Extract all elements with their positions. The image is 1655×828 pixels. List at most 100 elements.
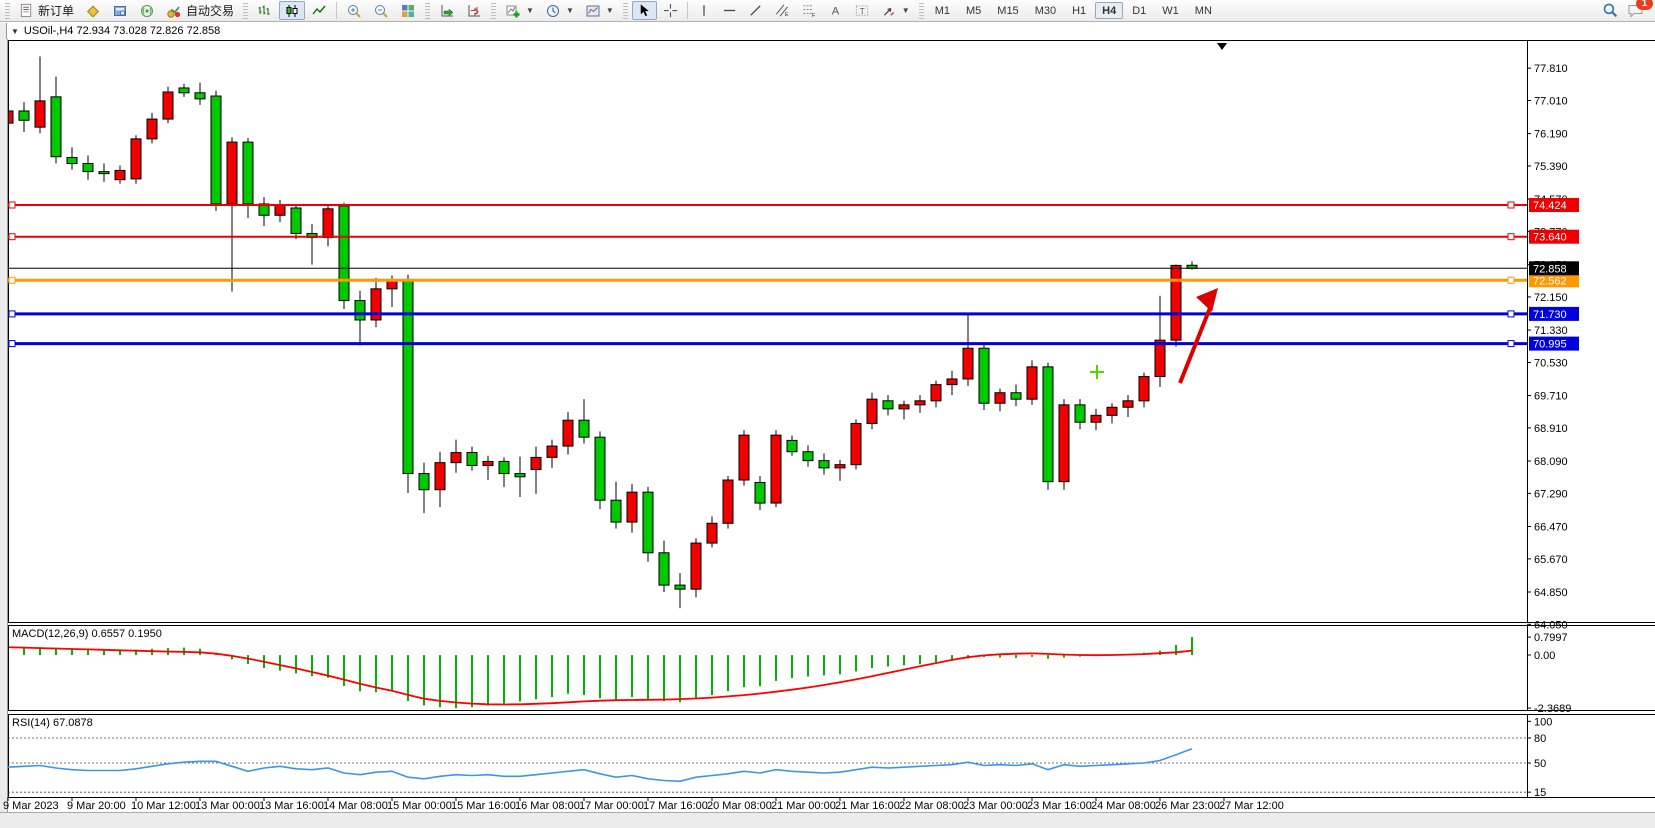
svg-text:20 Mar 08:00: 20 Mar 08:00 xyxy=(707,800,772,812)
periods-clock-icon xyxy=(545,3,561,19)
text-label-button[interactable]: T xyxy=(849,1,875,20)
crosshair-button[interactable] xyxy=(658,1,683,20)
svg-text:77.010: 77.010 xyxy=(1534,95,1568,107)
zoom-out-icon xyxy=(373,3,389,19)
timeframe-M5[interactable]: M5 xyxy=(959,2,988,19)
svg-text:14 Mar 08:00: 14 Mar 08:00 xyxy=(323,800,388,812)
autotrading-icon xyxy=(166,3,182,19)
vertical-line-button[interactable] xyxy=(692,1,716,20)
chart-window-titlebar: ▼ USOil-,H4 72.934 73.028 72.826 72.858 xyxy=(7,23,1655,39)
svg-text:76.190: 76.190 xyxy=(1534,129,1568,141)
templates-button[interactable]: ▼ xyxy=(580,1,619,20)
svg-text:21 Mar 16:00: 21 Mar 16:00 xyxy=(835,800,900,812)
timeframe-M15[interactable]: M15 xyxy=(990,2,1025,19)
timeframe-H1[interactable]: H1 xyxy=(1065,2,1093,19)
dropdown-caret: ▼ xyxy=(566,6,574,15)
svg-text:-2.3689: -2.3689 xyxy=(1534,703,1571,715)
svg-text:13 Mar 16:00: 13 Mar 16:00 xyxy=(259,800,324,812)
svg-text:10 Mar 12:00: 10 Mar 12:00 xyxy=(131,800,196,812)
svg-text:64.050: 64.050 xyxy=(1534,619,1568,631)
line-chart-icon xyxy=(311,3,327,19)
time-axis[interactable]: 9 Mar 20239 Mar 20:0010 Mar 12:0013 Mar … xyxy=(3,797,1284,812)
svg-text:21 Mar 00:00: 21 Mar 00:00 xyxy=(771,800,836,812)
toolbar-right-group: 1 xyxy=(1602,2,1655,19)
crosshair-icon xyxy=(663,3,678,18)
timeframe-H4[interactable]: H4 xyxy=(1095,2,1123,19)
cursor-button[interactable] xyxy=(632,1,657,20)
trendline-icon xyxy=(748,3,763,18)
svg-text:9 Mar 2023: 9 Mar 2023 xyxy=(3,800,59,812)
svg-text:E: E xyxy=(785,12,789,18)
text-button[interactable]: A xyxy=(823,1,848,20)
new-order-label: 新订单 xyxy=(38,2,74,19)
chart-shift-icon xyxy=(466,3,482,19)
svg-text:0.7997: 0.7997 xyxy=(1534,632,1568,644)
autotrading-button[interactable]: 自动交易 xyxy=(161,1,239,20)
timeframe-group: M1M5M15M30H1H4D1W1MN xyxy=(928,2,1219,19)
line-chart-button[interactable] xyxy=(306,1,332,20)
tile-windows-icon xyxy=(400,3,416,19)
svg-text:50: 50 xyxy=(1534,758,1546,770)
signals-button[interactable] xyxy=(134,1,160,20)
svg-text:F: F xyxy=(812,13,816,18)
svg-text:17 Mar 16:00: 17 Mar 16:00 xyxy=(643,800,708,812)
chart-canvas[interactable]: 78.63077.81077.01076.19075.39074.57073.7… xyxy=(0,39,1655,828)
fibonacci-icon: F xyxy=(801,3,817,18)
timeframe-M1[interactable]: M1 xyxy=(928,2,957,19)
svg-text:77.810: 77.810 xyxy=(1534,63,1568,75)
svg-text:27 Mar 12:00: 27 Mar 12:00 xyxy=(1219,800,1284,812)
svg-text:70.995: 70.995 xyxy=(1533,339,1567,351)
equidistant-channel-icon: E xyxy=(774,3,790,18)
svg-text:70.530: 70.530 xyxy=(1534,357,1568,369)
search-icon[interactable] xyxy=(1602,2,1619,19)
timeframe-M30[interactable]: M30 xyxy=(1028,2,1063,19)
svg-text:100: 100 xyxy=(1534,716,1552,728)
toolbar-separator xyxy=(336,2,337,19)
rsi-label: RSI(14) 67.0878 xyxy=(12,717,93,729)
svg-text:15: 15 xyxy=(1534,787,1546,799)
svg-text:16 Mar 08:00: 16 Mar 08:00 xyxy=(515,800,580,812)
svg-text:A: A xyxy=(832,5,840,17)
fibonacci-button[interactable]: F xyxy=(796,1,822,20)
chart-title: USOil-,H4 72.934 73.028 72.826 72.858 xyxy=(24,25,220,37)
new-order-button[interactable]: 新订单 xyxy=(14,1,79,20)
notifications-button[interactable]: 1 xyxy=(1627,3,1645,19)
cursor-icon xyxy=(637,3,652,18)
svg-text:69.710: 69.710 xyxy=(1534,391,1568,403)
timeframe-MN[interactable]: MN xyxy=(1188,2,1219,19)
arrow-objects-icon xyxy=(881,3,897,18)
timeframe-W1[interactable]: W1 xyxy=(1155,2,1186,19)
candlestick-chart-button[interactable] xyxy=(279,1,305,20)
svg-text:13 Mar 00:00: 13 Mar 00:00 xyxy=(195,800,260,812)
periods-button[interactable]: ▼ xyxy=(540,1,579,20)
navigator-button[interactable] xyxy=(107,1,133,20)
svg-text:64.850: 64.850 xyxy=(1534,587,1568,599)
autotrading-label: 自动交易 xyxy=(186,2,234,19)
timeframe-D1[interactable]: D1 xyxy=(1125,2,1153,19)
tile-windows-button[interactable] xyxy=(395,1,421,20)
svg-text:72.858: 72.858 xyxy=(1533,263,1567,275)
toolbar-grip xyxy=(5,3,10,19)
zoom-out-button[interactable] xyxy=(368,1,394,20)
toolbar: 新订单 自动交易 xyxy=(0,0,1655,22)
svg-text:73.640: 73.640 xyxy=(1533,232,1567,244)
bar-chart-button[interactable] xyxy=(252,1,278,20)
collapse-chart-icon[interactable]: ▼ xyxy=(11,27,19,36)
indicators-button[interactable]: ▼ xyxy=(500,1,539,20)
svg-text:78.630: 78.630 xyxy=(1534,39,1568,42)
horizontal-line-button[interactable] xyxy=(717,1,742,20)
bar-chart-icon xyxy=(257,3,273,19)
market-watch-icon xyxy=(85,3,101,19)
auto-scroll-button[interactable] xyxy=(434,1,460,20)
zoom-in-button[interactable] xyxy=(341,1,367,20)
svg-text:0.00: 0.00 xyxy=(1534,650,1555,662)
notification-badge: 1 xyxy=(1636,0,1653,10)
svg-text:22 Mar 08:00: 22 Mar 08:00 xyxy=(899,800,964,812)
arrows-button[interactable]: ▼ xyxy=(876,1,915,20)
trendline-button[interactable] xyxy=(743,1,768,20)
channel-button[interactable]: E xyxy=(769,1,795,20)
market-watch-button[interactable] xyxy=(80,1,106,20)
svg-text:15 Mar 16:00: 15 Mar 16:00 xyxy=(451,800,516,812)
chart-shift-button[interactable] xyxy=(461,1,487,20)
svg-text:66.470: 66.470 xyxy=(1534,522,1568,534)
